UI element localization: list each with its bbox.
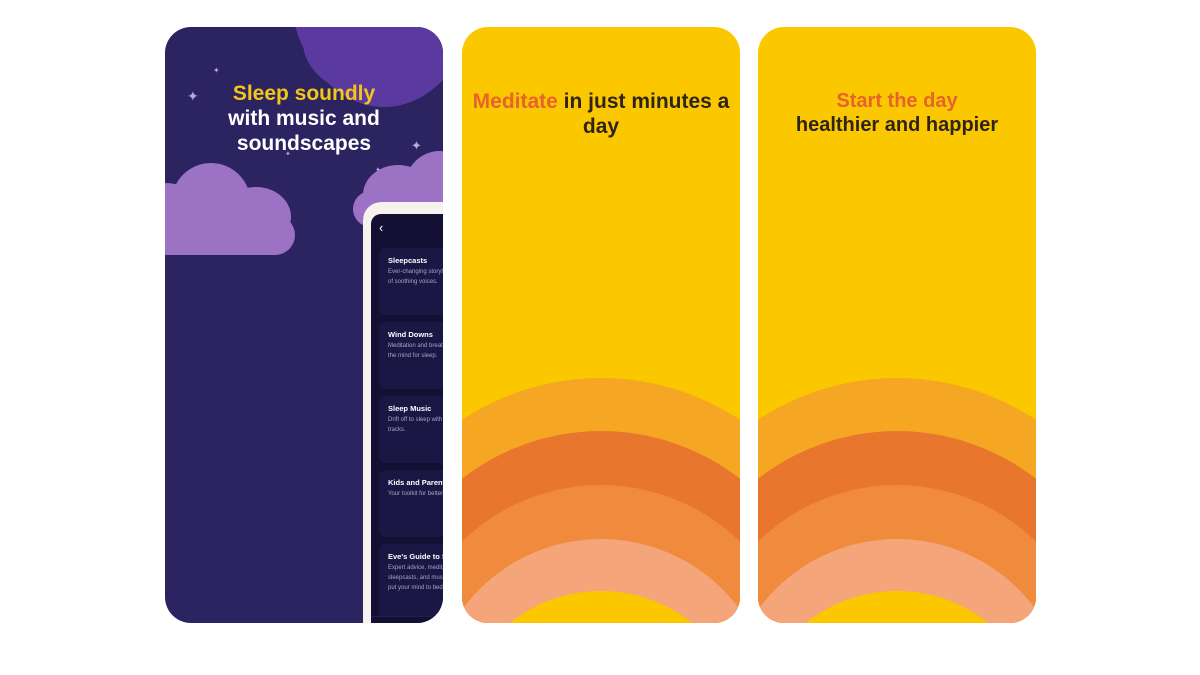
panel-meditate: Meditate in just minutes a day ‹ Basics xyxy=(462,27,740,623)
list-item[interactable]: Sleep Music Drift off to sleep with thes… xyxy=(379,396,443,463)
search-icon: 🔍 xyxy=(436,623,443,624)
phone-screen-sleep: ‹ Sleep Sleepcasts Ever-changing storyte… xyxy=(371,214,443,623)
headline-rest: with music and soundscapes xyxy=(228,107,380,156)
list-item[interactable]: Kids and Parents Your toolkit for better… xyxy=(379,470,443,537)
panel-start-the-day: Start the day healthier and happier Good… xyxy=(758,27,1036,623)
panel-sleep-headline: Sleep soundly with music and soundscapes xyxy=(165,81,443,157)
list-item[interactable]: Wind Downs Meditation and breathing to p… xyxy=(379,322,443,389)
card-title: Sleepcasts xyxy=(388,256,428,265)
card-desc: Your toolkit for better bedtimes. xyxy=(388,491,443,497)
card-title: Kids and Parents xyxy=(388,478,443,487)
panel-sleep: ✦ ✦ ✦ ✦ ✦ Sleep soundly with music and s… xyxy=(165,27,443,623)
headline-rest: healthier and happier xyxy=(795,114,999,136)
list-item[interactable]: Sleepcasts Ever-changing storytelling in… xyxy=(379,248,443,315)
card-title: Eve's Guide to Sleep xyxy=(388,552,443,561)
today-icon: ▤ xyxy=(371,623,436,624)
sleep-card-list: Sleepcasts Ever-changing storytelling in… xyxy=(371,244,443,618)
rainbow-arcs-decor xyxy=(758,323,1036,623)
card-title: Wind Downs xyxy=(388,330,433,339)
panel-start-headline: Start the day healthier and happier xyxy=(758,89,1036,137)
list-item[interactable]: Eve's Guide to Sleep Expert advice, medi… xyxy=(379,544,443,618)
card-title: Sleep Music xyxy=(388,404,432,413)
headline-accent: Meditate xyxy=(472,90,558,113)
star-icon: ✦ xyxy=(213,66,220,75)
phone-mockup-sleep: ‹ Sleep Sleepcasts Ever-changing storyte… xyxy=(363,202,443,623)
card-desc: Expert advice, meditations, sleepcasts, … xyxy=(388,565,443,591)
card-desc: Meditation and breathing to prepare the … xyxy=(388,343,443,359)
sleep-tabbar: ▤ Today 🔍 Explore ⚇ Katie xyxy=(371,616,443,623)
sidebar-item-explore[interactable]: 🔍 Explore xyxy=(436,623,443,624)
headline-accent: Start the day xyxy=(836,90,958,112)
chevron-left-icon[interactable]: ‹ xyxy=(379,221,383,234)
card-desc: Drift off to sleep with these calming tr… xyxy=(388,417,443,433)
rainbow-arcs-decor xyxy=(462,323,740,623)
sleep-navbar: ‹ Sleep xyxy=(371,214,443,244)
screenshot-stage: ✦ ✦ ✦ ✦ ✦ Sleep soundly with music and s… xyxy=(0,0,1200,675)
card-desc: Ever-changing storytelling in range of s… xyxy=(388,269,443,285)
headline-rest: in just minutes a day xyxy=(557,90,730,139)
cloud-left-icon xyxy=(165,153,295,255)
sidebar-item-today[interactable]: ▤ Today xyxy=(371,623,436,624)
panel-meditate-headline: Meditate in just minutes a day xyxy=(462,89,740,139)
headline-accent: Sleep soundly xyxy=(232,82,376,105)
